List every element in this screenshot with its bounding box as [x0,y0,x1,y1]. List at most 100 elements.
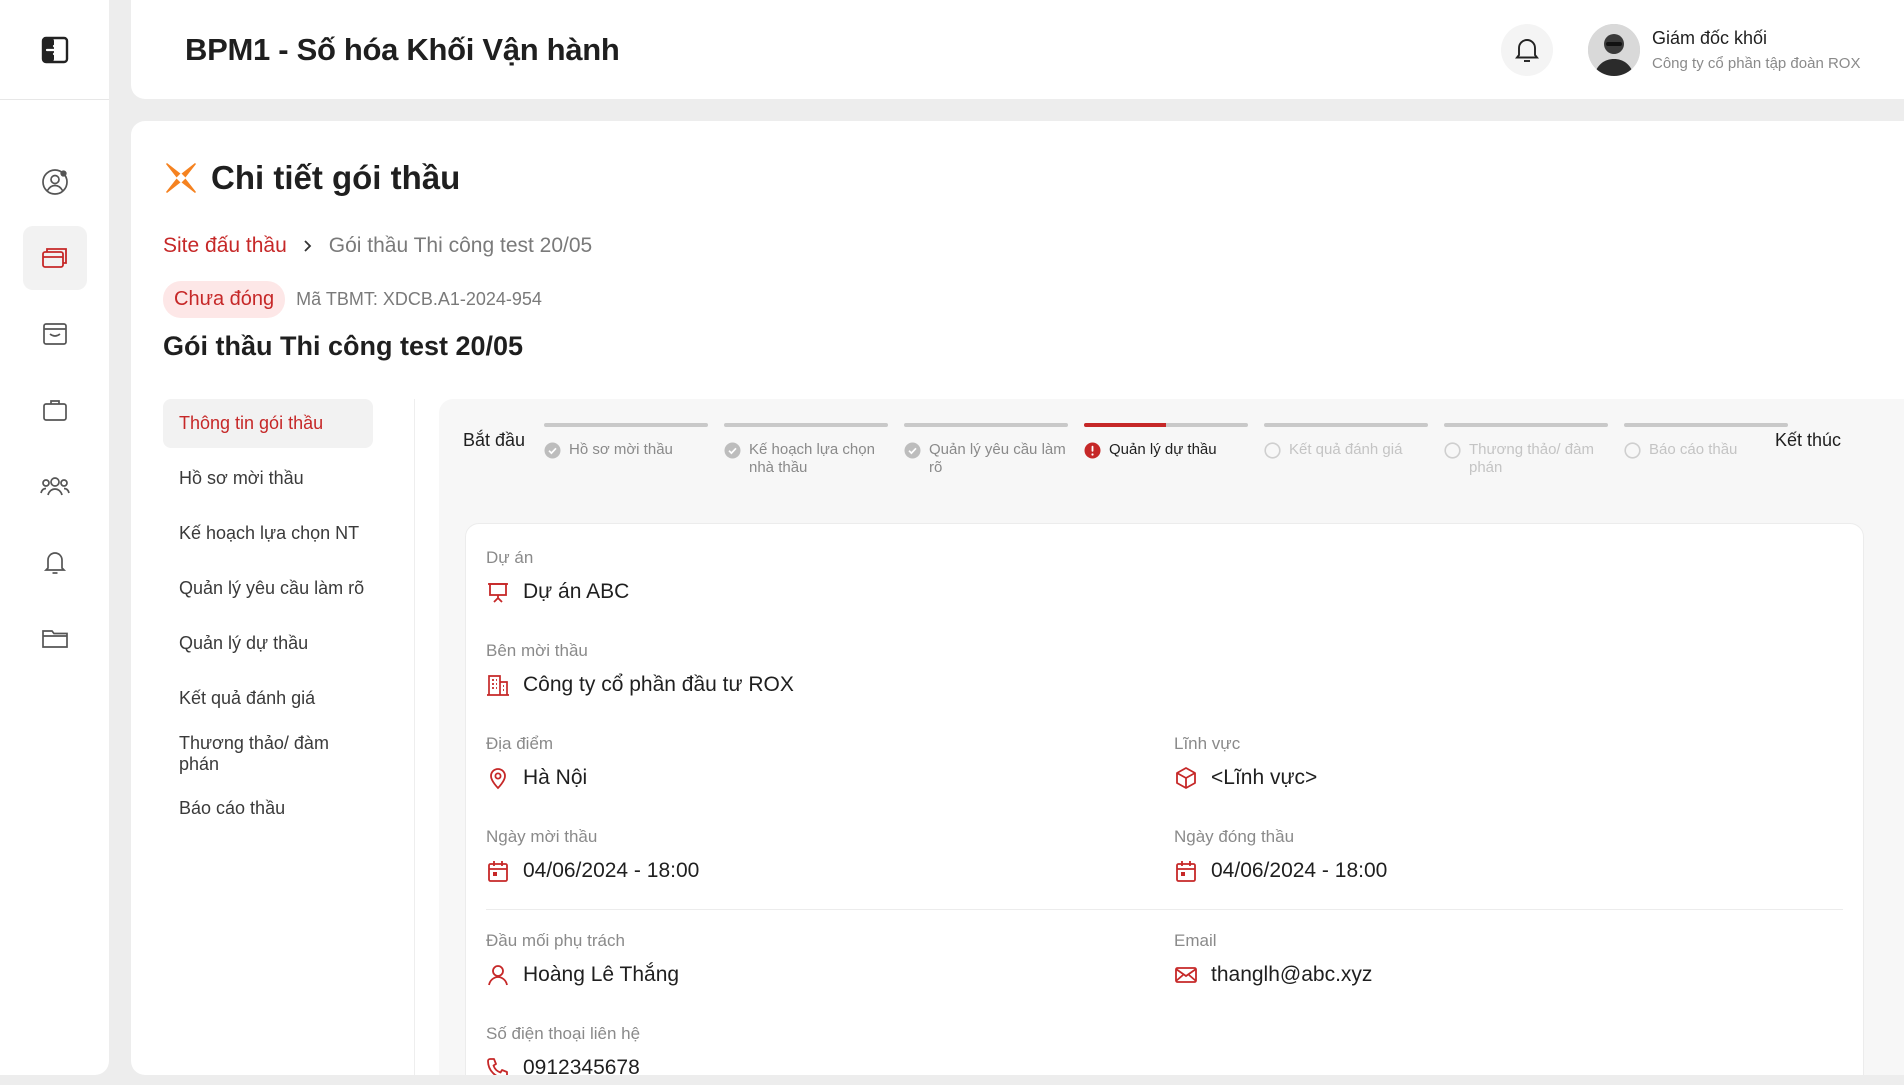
sidebar-item-notifications[interactable] [23,530,87,594]
step-bar [1084,423,1248,427]
breadcrumb-link[interactable]: Site đấu thầu [163,234,287,258]
sidebar-item-bidding[interactable] [22,226,87,290]
cube-icon [1174,766,1198,790]
tbmt-code: Mã TBMT: XDCB.A1-2024-954 [296,289,542,309]
step-label: Thương thảo/ đàm phán [1469,441,1594,476]
subnav-item-invitation[interactable]: Hồ sơ mời thầu [163,454,373,503]
step-label: Hồ sơ mời thầu [569,441,673,458]
mail-icon [1174,963,1198,987]
stepper-start-label: Bắt đầu [463,430,526,450]
calendar-icon [1174,859,1198,883]
sidebar-item-documents[interactable] [23,606,87,670]
field-close-date: Ngày đóng thầu 04/06/2024 - 18:00 [1174,827,1387,883]
step-bar [544,423,708,427]
bell-icon [40,547,70,577]
check-circle-icon [724,442,741,459]
subnav-item-clarification[interactable]: Quản lý yêu cầu làm rõ [163,564,373,613]
sidebar-item-users[interactable] [23,454,87,518]
breadcrumb-current: Gói thầu Thi công test 20/05 [328,234,593,257]
field-value: Dự án ABC [523,580,630,603]
field-label: Số điện thoại liên hệ [486,1024,641,1043]
building-icon [486,673,510,697]
field-contact: Đầu mối phụ trách Hoàng Lê Thắng [486,931,679,987]
subnav-item-evaluation[interactable]: Kết quả đánh giá [163,674,373,723]
app-title: BPM1 - Số hóa Khối Vận hành [185,32,620,67]
field-label: Email [1174,931,1217,950]
field-value[interactable]: thanglh@abc.xyz [1211,963,1372,987]
step-clarification[interactable]: Quản lý yêu cầu làm rõ [904,423,1068,477]
field-project: Dự án Dự án ABC [486,548,629,604]
step-invitation[interactable]: Hồ sơ mời thầu [544,423,708,459]
field-phone: Số điện thoại liên hệ 0912345678 [486,1024,640,1075]
chevron-right-icon [303,239,313,253]
field-label: Đầu mối phụ trách [486,931,625,950]
user-company: Công ty cổ phần tập đoàn ROX [1652,55,1861,72]
step-bar [1264,423,1428,427]
avatar[interactable] [1588,24,1640,76]
field-label: Lĩnh vực [1174,734,1241,753]
field-invite-date: Ngày mời thầu 04/06/2024 - 18:00 [486,827,699,883]
step-evaluation[interactable]: Kết quả đánh giá [1264,423,1428,459]
detail-subnav: Thông tin gói thầu Hồ sơ mời thầu Kế hoạ… [163,399,373,839]
calendar-icon [486,859,510,883]
check-circle-icon [904,442,921,459]
field-value: <Lĩnh vực> [1211,766,1318,789]
step-plan[interactable]: Kế hoạch lựa chọn nhà thầu [724,423,888,477]
stepper-end-label: Kết thúc [1775,430,1842,450]
subnav-item-negotiation[interactable]: Thương thảo/ đàm phán [163,729,373,778]
main-panel: Chi tiết gói thầu Site đấu thầu Gói thầu… [131,121,1904,1075]
sidebar-item-projects[interactable] [23,378,87,442]
sidebar-header [0,0,109,100]
step-bar [1444,423,1608,427]
step-bids[interactable]: Quản lý dự thầu [1084,423,1248,459]
field-label: Ngày đóng thầu [1174,827,1295,846]
notification-button[interactable] [1501,24,1553,76]
page-title-row: Chi tiết gói thầu [163,159,460,197]
logo-icon [163,160,199,196]
top-header: BPM1 - Số hóa Khối Vận hành Giám đốc khố… [131,0,1904,99]
field-label: Bên mời thầu [486,641,588,660]
sidebar-item-profile[interactable] [23,150,87,214]
user-settings-icon [40,167,70,197]
step-progress-fill [1084,423,1166,427]
field-sector: Lĩnh vực <Lĩnh vực> [1174,734,1317,790]
sidebar [0,0,109,1075]
subnav-divider [414,399,415,1075]
status-row: Chưa đóng Mã TBMT: XDCB.A1-2024-954 [163,281,542,318]
check-circle-icon [544,442,561,459]
subnav-item-info[interactable]: Thông tin gói thầu [163,399,373,448]
step-bar [724,423,888,427]
status-badge: Chưa đóng [163,281,286,318]
subnav-item-report[interactable]: Báo cáo thầu [163,784,373,833]
step-negotiation[interactable]: Thương thảo/ đàm phán [1444,423,1608,477]
step-report[interactable]: Báo cáo thầu [1624,423,1788,459]
empty-circle-icon [1264,442,1281,459]
empty-circle-icon [1624,442,1641,459]
field-location: Địa điểm Hà Nội [486,734,587,790]
folder-icon [40,623,70,653]
field-label: Địa điểm [486,734,554,753]
user-name: Giám đốc khối [1652,28,1768,48]
step-label: Báo cáo thầu [1649,441,1738,458]
step-label: Quản lý dự thầu [1109,441,1217,458]
field-inviter: Bên mời thầu Công ty cổ phần đầu tư ROX [486,641,794,697]
step-label: Kết quả đánh giá [1289,441,1403,458]
subnav-item-plan[interactable]: Kế hoạch lựa chọn NT [163,509,373,558]
bell-icon [1514,36,1540,64]
field-value[interactable]: 0912345678 [523,1056,640,1075]
page-title: Chi tiết gói thầu [211,159,461,196]
sidebar-item-inbox[interactable] [23,302,87,366]
field-value: Công ty cổ phần đầu tư ROX [523,673,794,696]
briefcase-icon [40,395,70,425]
users-icon [39,471,71,501]
field-label: Ngày mời thầu [486,827,598,846]
collapse-sidebar-icon[interactable] [41,36,69,64]
user-icon [486,963,510,987]
step-bar [1624,423,1788,427]
package-title: Gói thầu Thi công test 20/05 [163,331,524,361]
field-value: 04/06/2024 - 18:00 [523,859,700,882]
phone-icon [486,1056,510,1075]
subnav-item-bids[interactable]: Quản lý dự thầu [163,619,373,668]
field-value: 04/06/2024 - 18:00 [1211,859,1388,882]
cards-icon [40,243,70,273]
